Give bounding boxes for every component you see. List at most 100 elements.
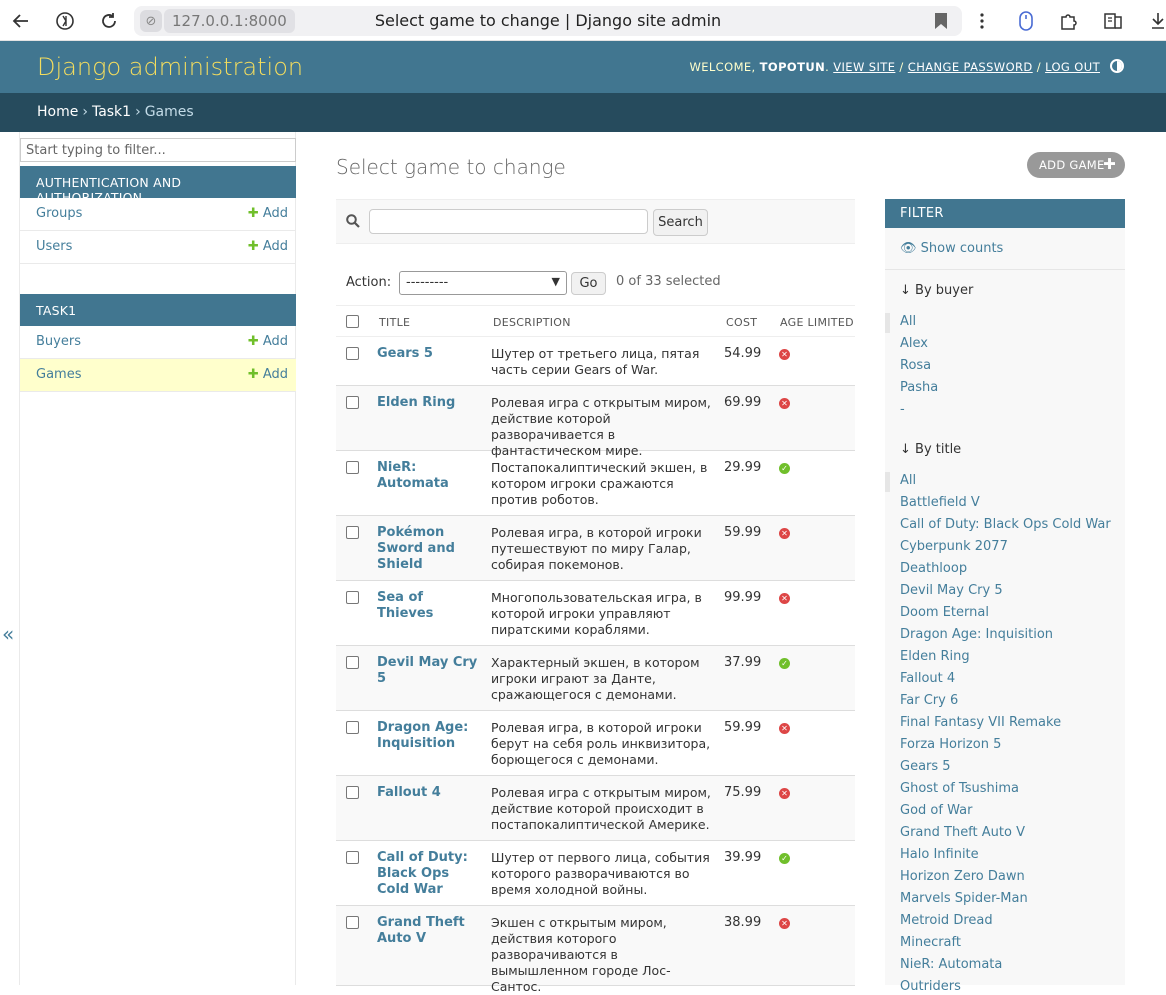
filter-item[interactable]: - — [900, 402, 905, 417]
check-icon: ✓ — [779, 658, 790, 669]
row-checkbox[interactable] — [346, 786, 359, 799]
filter-item[interactable]: Fallout 4 — [900, 671, 955, 686]
filter-item[interactable]: Horizon Zero Dawn — [900, 869, 1025, 884]
change-password-link[interactable]: CHANGE PASSWORD — [908, 60, 1033, 74]
filter-item[interactable]: Ghost of Tsushima — [900, 781, 1019, 796]
buyers-add-link[interactable]: ✚ Add — [248, 334, 288, 349]
game-title-link[interactable]: Pokémon Sword and Shield — [377, 525, 481, 573]
game-cost: 38.99 — [724, 915, 762, 930]
groups-add-link[interactable]: ✚ Add — [248, 206, 288, 221]
view-site-link[interactable]: VIEW SITE — [833, 60, 895, 74]
go-button[interactable]: Go — [571, 272, 606, 295]
filter-item[interactable]: All — [900, 314, 916, 329]
game-title-link[interactable]: Call of Duty: Black Ops Cold War — [377, 850, 481, 898]
row-checkbox[interactable] — [346, 916, 359, 929]
row-checkbox[interactable] — [346, 461, 359, 474]
filter-item[interactable]: Battlefield V — [900, 495, 980, 510]
game-title-link[interactable]: Dragon Age: Inquisition — [377, 720, 481, 752]
row-checkbox[interactable] — [346, 656, 359, 669]
game-title-link[interactable]: Grand Theft Auto V — [377, 915, 481, 947]
row-checkbox[interactable] — [346, 396, 359, 409]
add-label: Add — [262, 206, 288, 221]
filter-item[interactable]: God of War — [900, 803, 972, 818]
games-add-link[interactable]: ✚ Add — [248, 367, 288, 382]
address-bar[interactable]: ⊘ 127.0.0.1:8000 Select game to change |… — [134, 6, 962, 36]
filter-item[interactable]: Deathloop — [900, 561, 967, 576]
theme-toggle-icon[interactable] — [1110, 59, 1124, 73]
filter-item[interactable]: Pasha — [900, 380, 938, 395]
game-cost: 39.99 — [724, 850, 762, 865]
site-info-icon[interactable]: ⊘ — [140, 10, 162, 32]
column-age-limited[interactable]: AGE LIMITED — [780, 316, 854, 329]
breadcrumb-home[interactable]: Home — [37, 104, 78, 120]
row-checkbox[interactable] — [346, 721, 359, 734]
search-button[interactable]: Search — [653, 209, 708, 236]
row-checkbox[interactable] — [346, 591, 359, 604]
filter-item[interactable]: Marvels Spider-Man — [900, 891, 1028, 906]
game-description: Ролевая игра, в которой игроки берут на … — [491, 720, 711, 767]
users-link[interactable]: Users — [36, 239, 72, 254]
column-description[interactable]: DESCRIPTION — [493, 316, 571, 329]
app-auth-caption[interactable]: AUTHENTICATION AND AUTHORIZATION — [20, 166, 296, 205]
games-link[interactable]: Games — [36, 367, 81, 382]
filter-item[interactable]: Far Cry 6 — [900, 693, 958, 708]
filter-item[interactable]: Dragon Age: Inquisition — [900, 627, 1053, 642]
row-checkbox[interactable] — [346, 851, 359, 864]
check-icon: ✓ — [779, 463, 790, 474]
game-title-link[interactable]: NieR: Automata — [377, 460, 481, 492]
download-icon[interactable] — [1146, 9, 1166, 33]
mouse-extension-icon[interactable] — [1014, 9, 1038, 33]
filter-item[interactable]: Metroid Dread — [900, 913, 993, 928]
filter-item[interactable]: Cyberpunk 2077 — [900, 539, 1008, 554]
game-title-link[interactable]: Gears 5 — [377, 346, 481, 362]
select-all-checkbox[interactable] — [346, 315, 359, 328]
reload-icon[interactable] — [97, 9, 121, 33]
game-title-link[interactable]: Fallout 4 — [377, 785, 481, 801]
nav-filter-input[interactable] — [20, 138, 296, 162]
game-title-link[interactable]: Elden Ring — [377, 395, 481, 411]
add-plus-icon: ✚ — [247, 367, 259, 382]
breadcrumb-app[interactable]: Task1 — [92, 104, 131, 120]
users-add-link[interactable]: ✚ Add — [248, 239, 288, 254]
filter-item[interactable]: Alex — [900, 336, 928, 351]
filter-item[interactable]: Forza Horizon 5 — [900, 737, 1001, 752]
filter-item[interactable]: Rosa — [900, 358, 931, 373]
app-task1-caption[interactable]: TASK1 — [20, 294, 296, 326]
column-cost[interactable]: COST — [726, 316, 757, 329]
log-out-link[interactable]: LOG OUT — [1045, 60, 1100, 74]
row-checkbox[interactable] — [346, 347, 359, 360]
filter-item[interactable]: Final Fantasy VII Remake — [900, 715, 1061, 730]
collections-icon[interactable] — [1101, 9, 1125, 33]
filter-item[interactable]: All — [900, 473, 916, 488]
filter-item[interactable]: Halo Infinite — [900, 847, 979, 862]
filter-item[interactable]: NieR: Automata — [900, 957, 1002, 972]
game-title-link[interactable]: Sea of Thieves — [377, 590, 481, 622]
toggle-sidebar-button[interactable]: « — [2, 622, 14, 646]
action-select[interactable]: --------- ▼ — [399, 271, 567, 295]
filter-item[interactable]: Call of Duty: Black Ops Cold War — [900, 517, 1111, 532]
filter-item[interactable]: Grand Theft Auto V — [900, 825, 1025, 840]
row-checkbox[interactable] — [346, 526, 359, 539]
groups-link[interactable]: Groups — [36, 206, 82, 221]
filter-item[interactable]: Outriders — [900, 979, 961, 994]
buyers-link[interactable]: Buyers — [36, 334, 81, 349]
filter-item[interactable]: Minecraft — [900, 935, 961, 950]
back-arrow-icon[interactable] — [9, 9, 33, 33]
search-input[interactable] — [369, 209, 648, 234]
menu-dots-icon[interactable] — [970, 9, 994, 33]
filter-item[interactable]: Devil May Cry 5 — [900, 583, 1003, 598]
yandex-icon[interactable] — [53, 9, 77, 33]
site-branding[interactable]: Django administration — [37, 53, 303, 81]
column-title[interactable]: TITLE — [379, 316, 410, 329]
url-text[interactable]: 127.0.0.1:8000 — [164, 9, 295, 33]
game-title-link[interactable]: Devil May Cry 5 — [377, 655, 481, 687]
show-counts-link[interactable]: 👁 Show counts — [900, 241, 1003, 256]
filter-heading: FILTER — [885, 199, 1125, 228]
show-counts-label: Show counts — [920, 241, 1004, 256]
filter-item[interactable]: Doom Eternal — [900, 605, 989, 620]
extensions-puzzle-icon[interactable] — [1057, 9, 1081, 33]
filter-item[interactable]: Gears 5 — [900, 759, 951, 774]
bookmark-icon[interactable] — [934, 12, 948, 30]
add-game-button[interactable]: ADD GAME ✚ — [1027, 152, 1125, 178]
filter-item[interactable]: Elden Ring — [900, 649, 970, 664]
